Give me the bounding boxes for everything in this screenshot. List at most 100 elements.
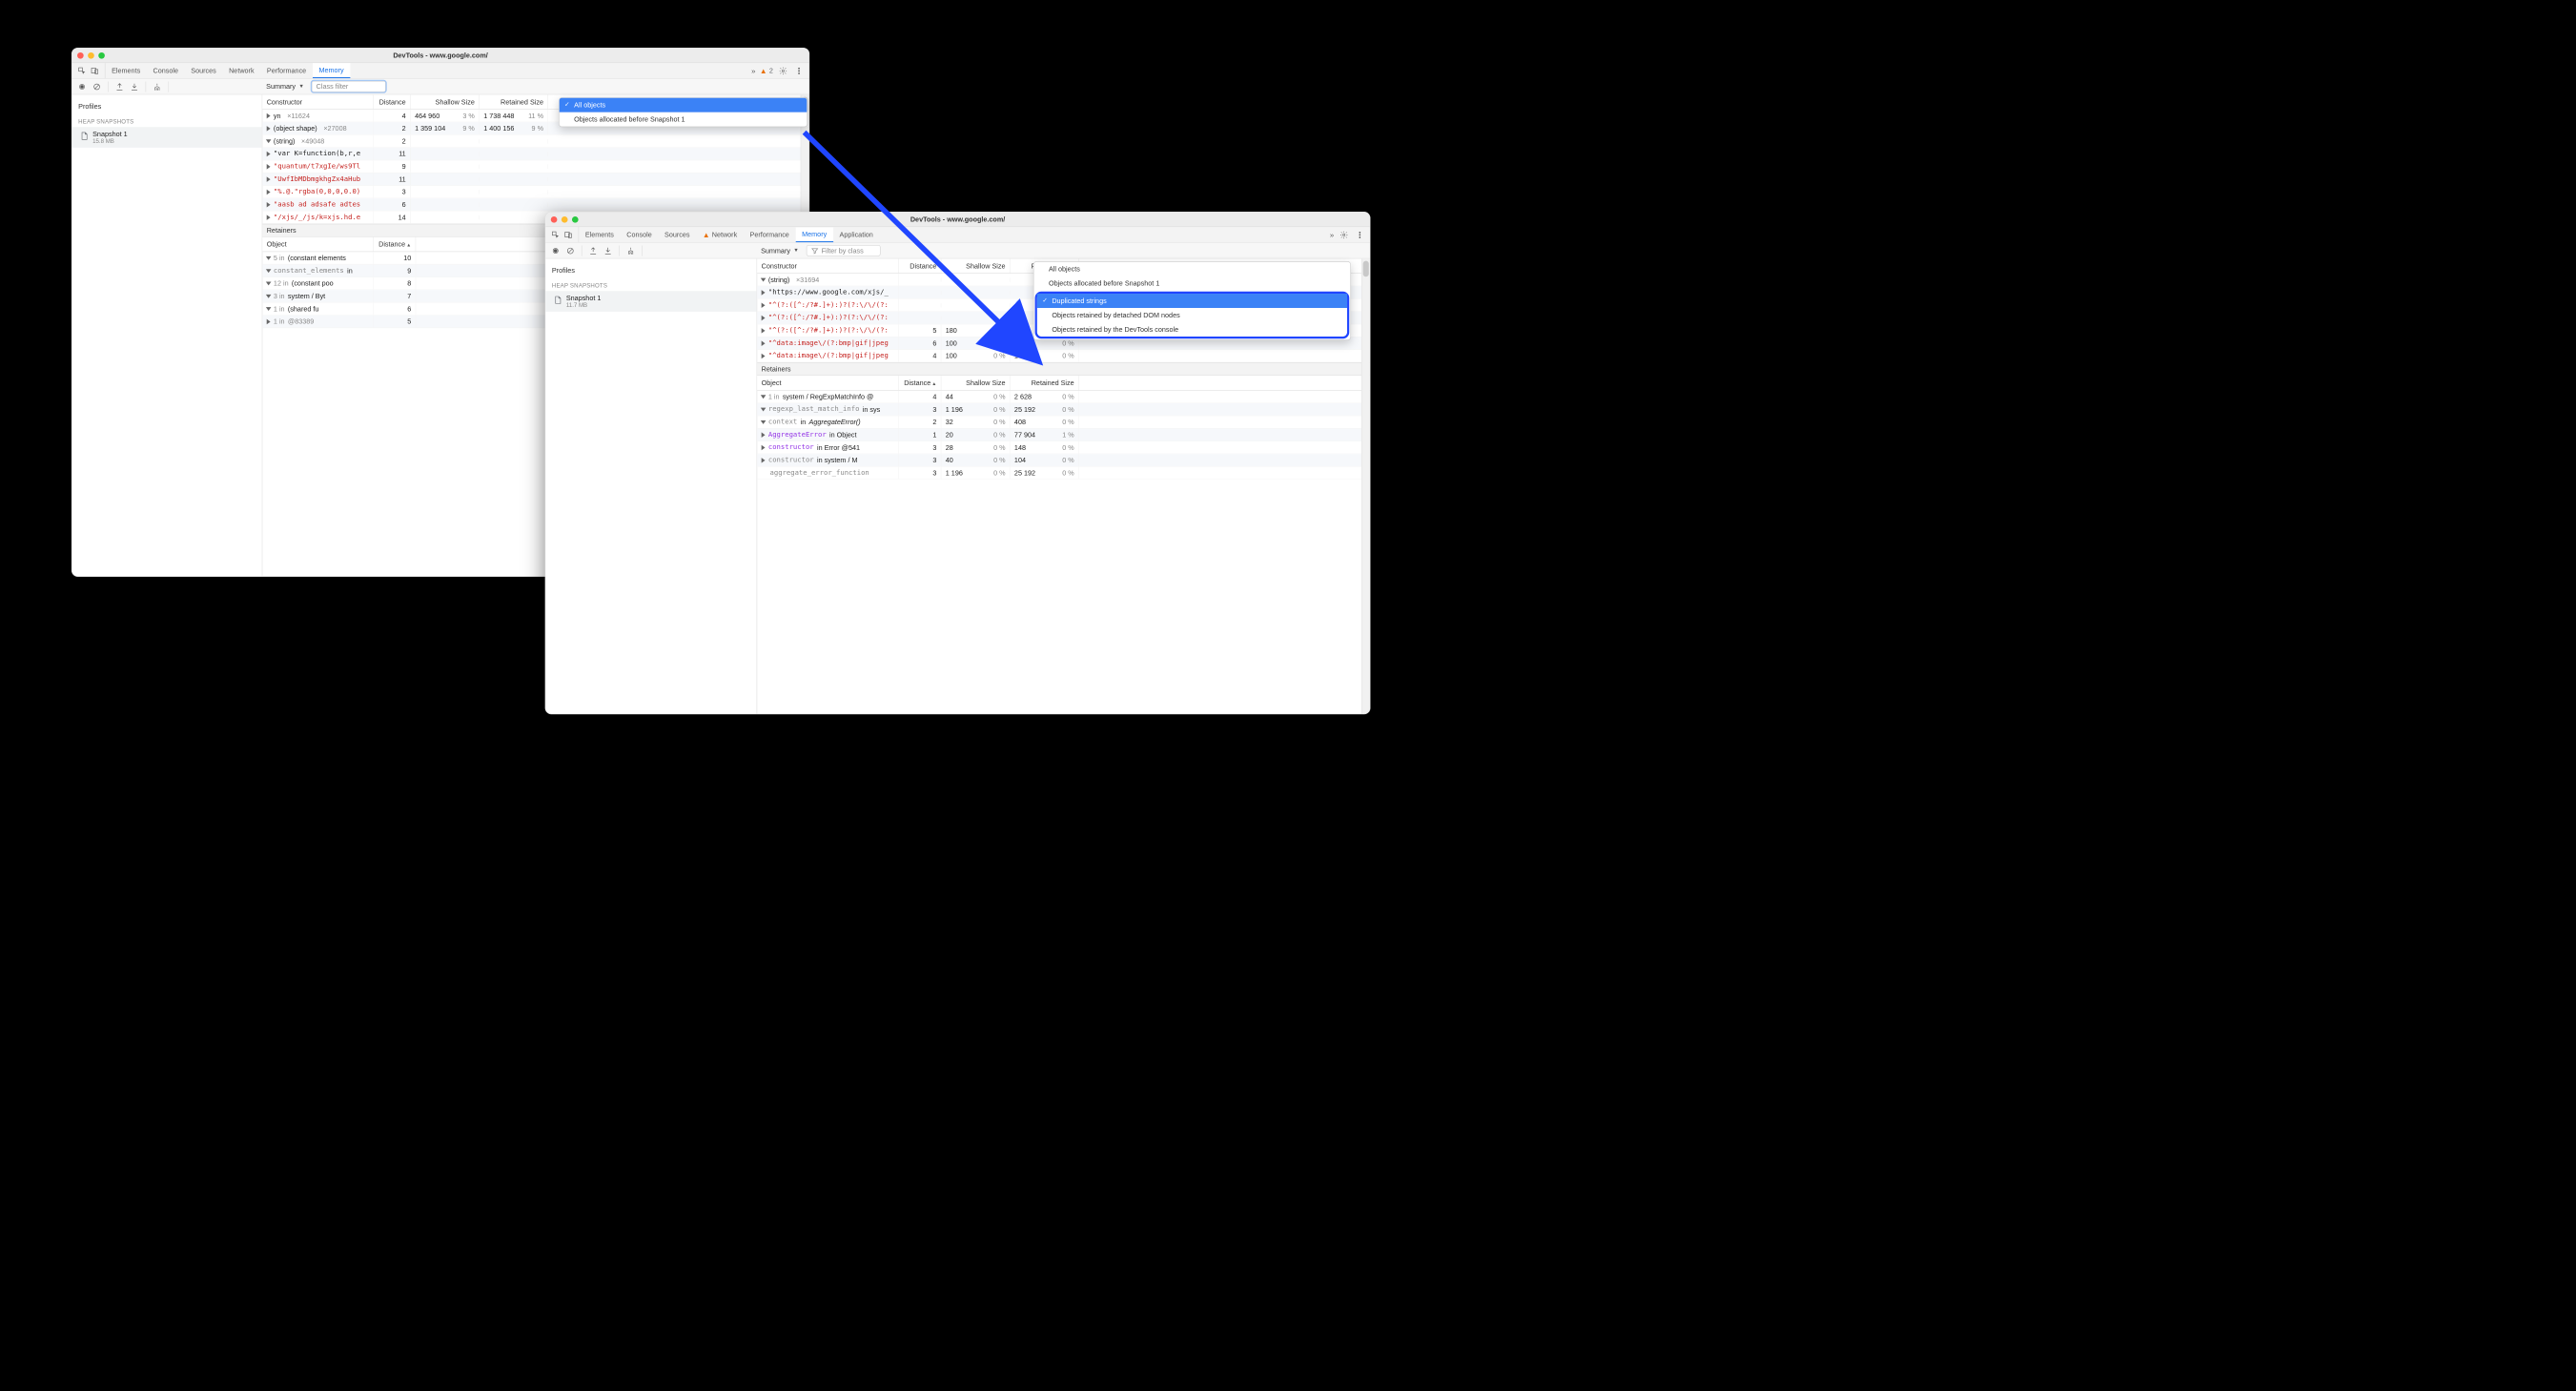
disclosure-triangle-icon[interactable] [267,176,271,182]
disclosure-triangle-icon[interactable] [762,290,766,296]
col-distance-r[interactable]: Distance▲ [374,237,416,252]
settings-gear-icon[interactable] [777,65,788,76]
disclosure-triangle-icon[interactable] [762,353,766,358]
scrollbar[interactable] [1361,258,1370,713]
disclosure-triangle-icon[interactable] [762,302,766,308]
disclosure-triangle-icon[interactable] [762,328,766,334]
view-select[interactable]: Summary ▼ [262,81,309,92]
close-dot[interactable] [551,216,558,223]
tab-console[interactable]: Console [147,63,185,78]
zoom-dot[interactable] [98,52,105,59]
col-constructor[interactable]: Constructor [757,258,899,273]
table-row[interactable]: "%.@."rgba(0,0,0,0.0)3 [262,186,808,198]
table-row[interactable]: aggregate_error_function31 1960 %25 1920… [757,467,1370,480]
col-object[interactable]: Object [262,237,374,252]
settings-gear-icon[interactable] [1339,229,1350,240]
disclosure-triangle-icon[interactable] [267,202,271,208]
disclosure-triangle-icon[interactable] [266,256,272,260]
col-retained-r[interactable]: Retained Size [1010,376,1078,390]
table-row[interactable]: "UwfIbMDbmgkhgZx4aHub11 [262,173,808,185]
disclosure-triangle-icon[interactable] [762,316,766,321]
object-scope-select[interactable] [389,86,453,88]
object-scope-select[interactable] [884,250,948,252]
disclosure-triangle-icon[interactable] [266,295,272,298]
table-row[interactable]: constructor in system / M3400 %1040 % [757,454,1370,466]
inspect-icon[interactable] [550,229,562,240]
tab-elements[interactable]: Elements [105,63,146,78]
download-icon[interactable] [129,81,140,92]
close-dot[interactable] [77,52,84,59]
disclosure-triangle-icon[interactable] [266,269,272,273]
tab-network[interactable]: Network [222,63,260,78]
device-toggle-icon[interactable] [89,65,100,76]
tab-memory[interactable]: Memory [795,227,832,242]
tab-performance[interactable]: Performance [744,227,796,242]
view-select[interactable]: Summary ▼ [757,246,804,256]
disclosure-triangle-icon[interactable] [266,139,272,143]
table-row[interactable]: "var K=function(b,r,e11 [262,148,808,160]
disclosure-triangle-icon[interactable] [267,113,271,118]
class-filter-input[interactable]: Class filter [312,81,386,92]
dropdown-item-all-objects[interactable]: All objects [560,98,808,113]
table-row[interactable]: "^data:image\/(?:bmp|gif|jpeg41000 %1000… [757,350,1370,362]
tab-elements[interactable]: Elements [579,227,620,242]
disclosure-triangle-icon[interactable] [762,340,766,346]
tab-performance[interactable]: Performance [260,63,313,78]
col-shallow[interactable]: Shallow Size [941,258,1010,273]
disclosure-triangle-icon[interactable] [762,432,766,438]
table-row[interactable]: "aasb ad adsafe adtes6 [262,198,808,211]
dropdown-item-before-snapshot[interactable]: Objects allocated before Snapshot 1 [560,113,808,127]
clear-icon[interactable] [91,81,102,92]
more-menu-icon[interactable] [793,65,805,76]
col-shallow-r[interactable]: Shallow Size [941,376,1010,390]
record-icon[interactable] [550,245,562,256]
class-filter-input[interactable]: Filter by class [807,245,881,256]
zoom-dot[interactable] [572,216,579,223]
gc-icon[interactable] [152,81,163,92]
table-row[interactable]: regexp_last_match_info in sys31 1960 %25… [757,403,1370,416]
disclosure-triangle-icon[interactable] [762,444,766,450]
issues-badge[interactable]: ▲ 2 [760,67,773,75]
tabs-overflow[interactable]: » [1330,231,1334,239]
tab-sources[interactable]: Sources [185,63,223,78]
minimize-dot[interactable] [562,216,568,223]
table-row[interactable]: AggregateError in Object1200 %77 9041 % [757,429,1370,441]
col-shallow[interactable]: Shallow Size [411,94,480,109]
col-constructor[interactable]: Constructor [262,94,374,109]
more-menu-icon[interactable] [1354,229,1365,240]
sidebar-item-snapshot[interactable]: Snapshot 1 11.7 MB [545,291,756,312]
sidebar-item-snapshot[interactable]: Snapshot 1 15.8 MB [72,127,261,148]
record-icon[interactable] [76,81,88,92]
disclosure-triangle-icon[interactable] [267,164,271,170]
col-distance[interactable]: Distance [899,258,941,273]
tabs-overflow[interactable]: » [751,67,755,75]
tab-network[interactable]: ▲Network [696,227,744,242]
upload-icon[interactable] [113,81,125,92]
table-row[interactable]: (string)×490482 [262,135,808,148]
disclosure-triangle-icon[interactable] [267,126,271,132]
tab-console[interactable]: Console [621,227,659,242]
tab-memory[interactable]: Memory [313,63,350,78]
tab-application[interactable]: Application [833,227,880,242]
upload-icon[interactable] [587,245,599,256]
dropdown-item-before-snapshot[interactable]: Objects allocated before Snapshot 1 [1033,276,1350,291]
clear-icon[interactable] [564,245,576,256]
download-icon[interactable] [603,245,614,256]
tab-sources[interactable]: Sources [658,227,696,242]
col-distance-r[interactable]: Distance▲ [899,376,941,390]
disclosure-triangle-icon[interactable] [267,151,271,156]
disclosure-triangle-icon[interactable] [761,420,767,424]
table-row[interactable]: context in AggregateError()2320 %4080 % [757,416,1370,428]
col-object[interactable]: Object [757,376,899,390]
disclosure-triangle-icon[interactable] [267,215,271,220]
col-distance[interactable]: Distance [374,94,411,109]
table-row[interactable]: constructor in Error @5413280 %1480 % [757,441,1370,454]
disclosure-triangle-icon[interactable] [761,407,767,411]
gc-icon[interactable] [624,245,636,256]
inspect-icon[interactable] [76,65,88,76]
table-row[interactable]: 1 in system / RegExpMatchInfo @4440 %2 6… [757,391,1370,403]
device-toggle-icon[interactable] [562,229,574,240]
dropdown-item-all-objects[interactable]: All objects [1033,262,1350,276]
disclosure-triangle-icon[interactable] [762,458,766,463]
disclosure-triangle-icon[interactable] [266,307,272,311]
